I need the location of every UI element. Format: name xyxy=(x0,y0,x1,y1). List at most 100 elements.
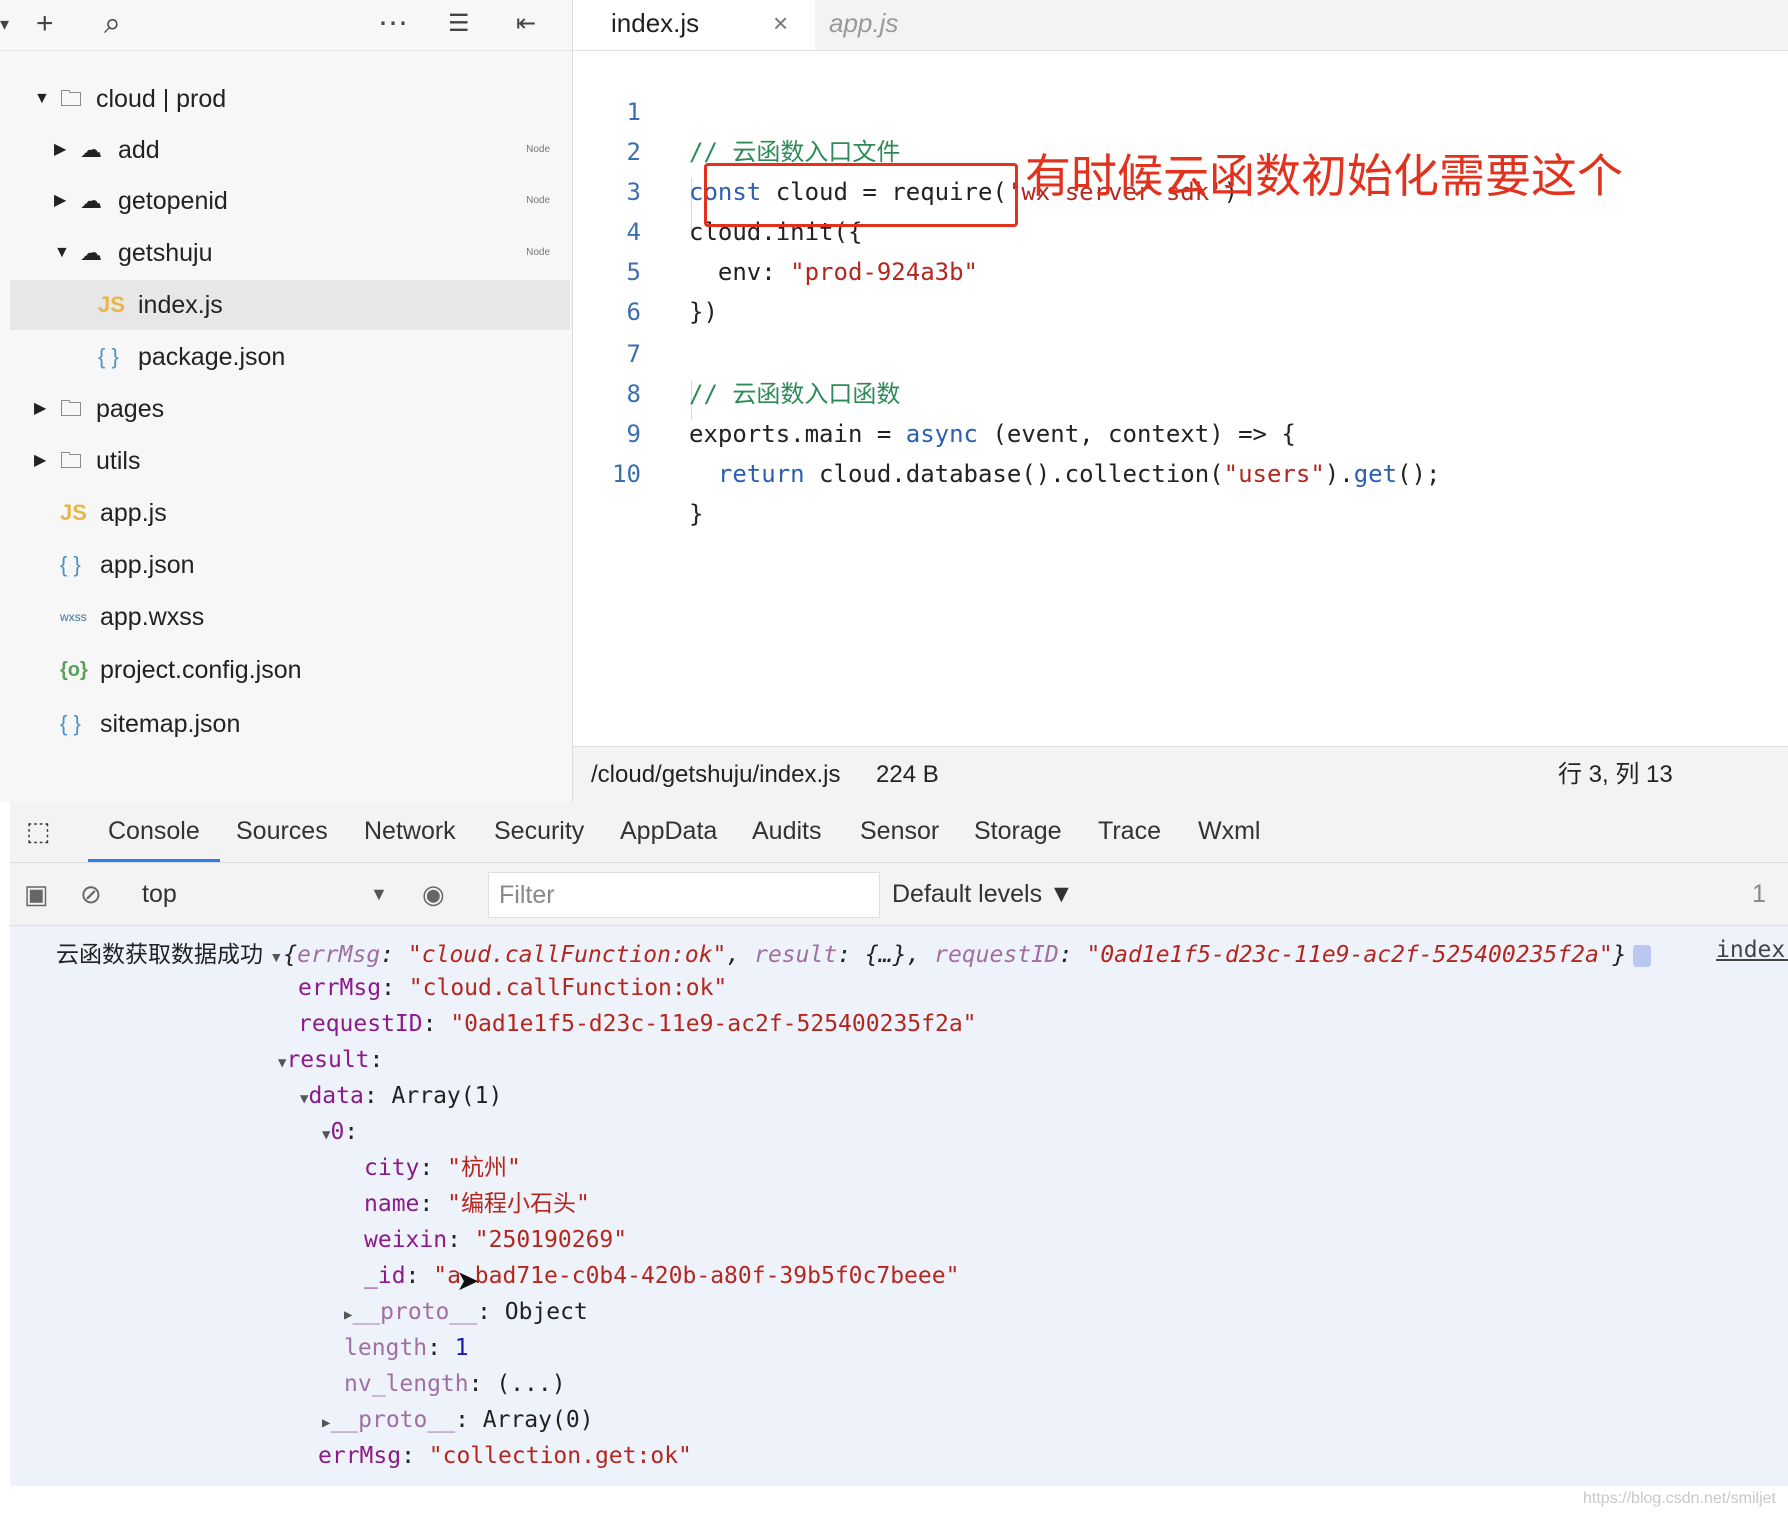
code-line[interactable]: 1 // 云函数入口文件 xyxy=(573,52,1788,166)
js-file-icon: JS xyxy=(60,500,87,525)
json-file-icon: { } xyxy=(98,344,119,369)
tab-sources[interactable]: Sources xyxy=(236,802,328,862)
code-line[interactable]: 10 } xyxy=(573,414,1788,528)
tree-item-project-config[interactable]: {o} project.config.json xyxy=(10,645,570,695)
collapse-icon[interactable]: ▾ xyxy=(0,6,9,42)
tree-item-getopenid[interactable]: ▶ ☁ getopenid Node xyxy=(10,176,570,226)
node-badge: Node xyxy=(526,195,550,206)
chevron-right-icon: ▶ xyxy=(34,400,47,417)
console-log-entry[interactable]: 云函数获取数据成功 ▼{errMsg: "cloud.callFunction:… xyxy=(56,936,1651,972)
prop-row[interactable]: ▼0: xyxy=(322,1114,358,1150)
cursor-position[interactable]: 行 3, 列 13 xyxy=(1558,747,1673,803)
tab-appdata[interactable]: AppData xyxy=(620,802,717,862)
add-icon[interactable]: + xyxy=(36,6,54,42)
prop-row[interactable]: ▶__proto__: Array(0) xyxy=(322,1402,594,1438)
chevron-down-icon: ▼ xyxy=(54,244,70,261)
tree-item-label: sitemap.json xyxy=(100,710,241,738)
prop-key: result xyxy=(286,1047,370,1073)
chevron-down-icon[interactable]: ▼ xyxy=(370,863,388,925)
prop-row: _id: "a bad71e-c0b4-420b-a80f-39b5f0c7be… xyxy=(364,1263,960,1289)
string-literal: "users" xyxy=(1223,460,1325,488)
prop-value: (...) xyxy=(496,1371,566,1397)
tab-trace[interactable]: Trace xyxy=(1098,802,1161,862)
summary-key: errMsg xyxy=(297,942,381,968)
summary-close: } xyxy=(1612,942,1627,968)
code-line[interactable]: 6 xyxy=(573,252,1788,326)
prop-row: errMsg: "collection.get:ok" xyxy=(318,1443,692,1469)
tree-item-pages[interactable]: ▶ 🗀 pages xyxy=(10,384,570,434)
tree-item-label: app.json xyxy=(100,551,195,579)
summary-open: { xyxy=(283,942,298,968)
source-link[interactable]: index. xyxy=(1716,932,1788,968)
prop-value: 1 xyxy=(454,1335,469,1361)
node-badge: Node xyxy=(526,247,550,258)
tree-item-label: pages xyxy=(96,395,165,423)
code-line[interactable]: 7 // 云函数入口函数 xyxy=(573,294,1788,408)
tab-index-js[interactable]: index.js × xyxy=(573,0,815,50)
tree-item-app-json[interactable]: { } app.json xyxy=(10,540,570,590)
tree-item-label: project.config.json xyxy=(100,656,302,684)
annotation-text: 有时候云函数初始化需要这个 xyxy=(1025,150,1623,202)
inspect-element-icon[interactable]: ⬚ xyxy=(26,802,66,862)
prop-value: Array(0) xyxy=(482,1407,594,1433)
prop-row[interactable]: ▼data: Array(1) xyxy=(300,1078,502,1114)
prop-row: city: "杭州" xyxy=(364,1155,521,1181)
more-icon[interactable]: ⋯ xyxy=(378,6,408,42)
code-text: return cloud.database().collection("user… xyxy=(689,454,1441,494)
code-line[interactable]: 2 const cloud = require('wx-server-sdk') xyxy=(573,92,1788,206)
console-output: 云函数获取数据成功 ▼{errMsg: "cloud.callFunction:… xyxy=(10,926,1788,1486)
tree-item-label: getshuju xyxy=(118,239,213,267)
chevron-down-icon: ▼ xyxy=(34,90,50,107)
close-icon[interactable]: × xyxy=(773,0,788,46)
prop-row: nv_length: (...) xyxy=(344,1371,566,1397)
prop-value: "collection.get:ok" xyxy=(428,1443,692,1469)
prop-row[interactable]: ▶__proto__: Object xyxy=(344,1294,588,1330)
clear-console-icon[interactable]: ⊘ xyxy=(80,863,102,925)
tree-item-label: getopenid xyxy=(118,187,228,215)
split-icon[interactable]: ⇤ xyxy=(516,6,536,42)
summary-key: result xyxy=(754,942,838,968)
eye-icon[interactable]: ◉ xyxy=(422,863,445,925)
search-icon[interactable]: ⌕ xyxy=(104,6,121,42)
tab-app-js[interactable]: app.js xyxy=(815,0,1015,50)
prop-row: weixin: "250190269" xyxy=(364,1227,628,1253)
tab-security[interactable]: Security xyxy=(494,802,584,862)
config-file-icon: {o} xyxy=(60,659,88,681)
filter-placeholder: Filter xyxy=(499,881,555,909)
tab-sensor[interactable]: Sensor xyxy=(860,802,939,862)
tab-console[interactable]: Console xyxy=(88,802,220,862)
tree-item-index-js[interactable]: JS index.js xyxy=(10,280,570,330)
filter-input[interactable]: Filter xyxy=(488,872,880,918)
code-line[interactable]: 9 return cloud.database().collection("us… xyxy=(573,374,1788,488)
tree-item-getshuju[interactable]: ▼ ☁ getshuju Node xyxy=(10,228,570,278)
chevron-down-icon[interactable]: ▼ xyxy=(269,949,283,965)
folder-icon: 🗀 xyxy=(60,448,83,473)
tree-item-add[interactable]: ▶ ☁ add Node xyxy=(10,125,570,175)
tab-wxml[interactable]: Wxml xyxy=(1198,802,1260,862)
prop-value: "杭州" xyxy=(447,1155,521,1181)
tree-item-app-js[interactable]: JS app.js xyxy=(10,488,570,538)
tree-item-utils[interactable]: ▶ 🗀 utils xyxy=(10,436,570,486)
tree-item-label: cloud | prod xyxy=(96,85,227,113)
prop-row[interactable]: ▼result: xyxy=(278,1042,383,1078)
context-selector[interactable]: top xyxy=(142,863,177,925)
log-levels-dropdown[interactable]: Default levels ▼ xyxy=(892,863,1074,925)
cloud-function-icon: ☁ xyxy=(80,188,102,213)
code-editor: index.js × app.js 1 // 云函数入口文件 2 const c… xyxy=(573,0,1788,802)
tree-item-package-json[interactable]: { } package.json xyxy=(10,332,570,382)
tree-item-cloud[interactable]: ▼ 🗀 cloud | prod xyxy=(10,74,570,124)
sidebar-toggle-icon[interactable]: ▣ xyxy=(24,863,49,925)
outline-icon[interactable]: ☰ xyxy=(448,6,470,42)
info-icon[interactable] xyxy=(1632,944,1651,967)
tab-network[interactable]: Network xyxy=(364,802,456,862)
summary-key: requestID xyxy=(934,942,1059,968)
tree-item-app-wxss[interactable]: wxss app.wxss xyxy=(10,592,570,642)
summary-sep: , xyxy=(726,942,755,968)
devtools-panel: ⬚ Console Sources Network Security AppDa… xyxy=(10,802,1788,1516)
code-line[interactable]: 8 exports.main = async (event, context) … xyxy=(573,334,1788,448)
tree-item-sitemap-json[interactable]: { } sitemap.json xyxy=(10,699,570,749)
mouse-cursor-icon: ➤ xyxy=(456,1265,480,1296)
tab-storage[interactable]: Storage xyxy=(974,802,1062,862)
tab-audits[interactable]: Audits xyxy=(752,802,821,862)
code-plain: cloud.database().collection( xyxy=(804,460,1224,488)
